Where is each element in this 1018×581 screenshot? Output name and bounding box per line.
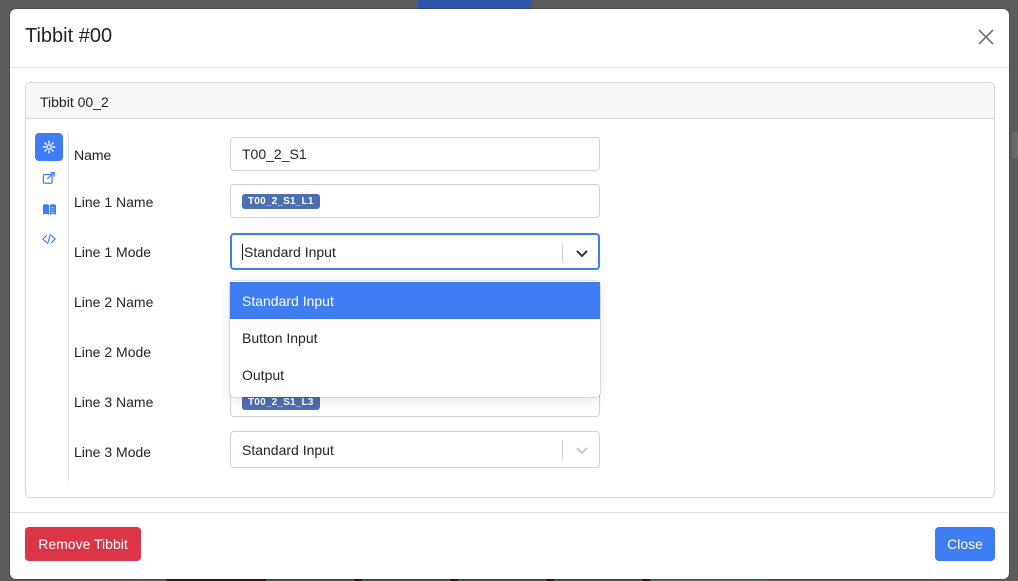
export-icon bbox=[42, 172, 55, 184]
tibbit-modal: Tibbit #00 Tibbit 00_2 Name T00_2_S1 Lin… bbox=[10, 9, 1009, 579]
line3-mode-label: Line 3 Mode bbox=[74, 444, 152, 460]
select-separator bbox=[562, 440, 563, 460]
option-output[interactable]: Output bbox=[230, 356, 600, 393]
line1-mode-select[interactable]: Standard Input bbox=[230, 233, 600, 270]
gear-icon bbox=[42, 140, 56, 154]
line1-name-tag: T00_2_S1_L1 bbox=[242, 193, 320, 209]
line3-mode-value: Standard Input bbox=[242, 441, 334, 458]
line2-mode-label: Line 2 Mode bbox=[74, 344, 152, 360]
line3-mode-select[interactable]: Standard Input bbox=[230, 431, 600, 468]
name-input[interactable]: T00_2_S1 bbox=[230, 137, 600, 171]
settings-tab-button[interactable] bbox=[35, 133, 63, 161]
background-side-handle bbox=[1012, 132, 1018, 158]
text-caret bbox=[242, 243, 243, 260]
select-separator bbox=[562, 243, 563, 263]
background-tab-appblocks bbox=[654, 0, 744, 9]
line1-name-label: Line 1 Name bbox=[74, 194, 154, 210]
book-icon bbox=[42, 203, 56, 215]
line2-name-label: Line 2 Name bbox=[74, 294, 154, 310]
docs-tab-button[interactable] bbox=[35, 195, 63, 223]
close-icon[interactable] bbox=[976, 27, 996, 47]
remove-tibbit-button[interactable]: Remove Tibbit bbox=[25, 527, 141, 561]
modal-header: Tibbit #00 bbox=[10, 9, 1009, 68]
modal-footer: Remove Tibbit Close bbox=[10, 512, 1009, 579]
option-standard-input[interactable]: Standard Input bbox=[230, 282, 600, 319]
chevron-down-icon[interactable] bbox=[574, 442, 590, 458]
chevron-down-icon[interactable] bbox=[574, 245, 590, 261]
line1-name-input[interactable]: T00_2_S1_L1 bbox=[230, 184, 600, 218]
background-tab-features bbox=[548, 0, 638, 9]
background-top-nav bbox=[418, 0, 798, 9]
code-tab-button[interactable] bbox=[35, 225, 63, 253]
background-tab-hardware bbox=[418, 0, 532, 9]
name-value: T00_2_S1 bbox=[242, 146, 307, 162]
line1-mode-dropdown: Standard Input Button Input Output bbox=[230, 281, 600, 397]
code-icon bbox=[42, 234, 56, 244]
close-button[interactable]: Close bbox=[935, 527, 995, 561]
name-label: Name bbox=[74, 147, 112, 163]
modal-title: Tibbit #00 bbox=[25, 25, 113, 47]
line1-mode-value: Standard Input bbox=[244, 243, 336, 260]
icon-rail bbox=[35, 133, 69, 481]
line1-mode-label: Line 1 Mode bbox=[74, 244, 152, 260]
export-tab-button[interactable] bbox=[35, 164, 63, 192]
card-title: Tibbit 00_2 bbox=[26, 83, 994, 119]
line3-name-label: Line 3 Name bbox=[74, 394, 154, 410]
option-button-input[interactable]: Button Input bbox=[230, 319, 600, 356]
tibbit-card: Tibbit 00_2 Name T00_2_S1 Line 1 Name T0… bbox=[25, 82, 995, 498]
